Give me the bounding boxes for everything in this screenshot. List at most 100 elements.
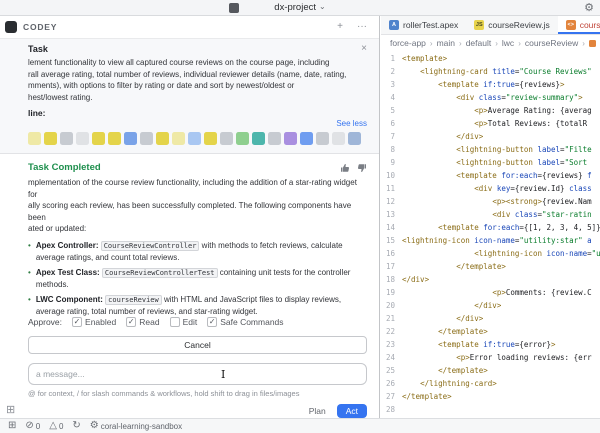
timeline-step[interactable] bbox=[284, 132, 297, 145]
line-number: 2 bbox=[381, 65, 402, 78]
code-line[interactable]: 8 <lightning-button label="Filte bbox=[381, 143, 600, 156]
code-line[interactable]: 21 </div> bbox=[381, 312, 600, 325]
code-line[interactable]: 23 <template if:true={error}> bbox=[381, 338, 600, 351]
timeline-step[interactable] bbox=[108, 132, 121, 145]
code-line[interactable]: 20 </div> bbox=[381, 299, 600, 312]
checkbox-edit[interactable]: ✓Edit bbox=[170, 317, 198, 327]
code-line[interactable]: 22 </template> bbox=[381, 325, 600, 338]
breadcrumb-item[interactable]: main bbox=[437, 38, 455, 48]
timeline-step[interactable] bbox=[172, 132, 185, 145]
timeline-step[interactable] bbox=[204, 132, 217, 145]
chevron-right-icon: › bbox=[459, 39, 462, 48]
line-number: 6 bbox=[381, 117, 402, 130]
code-line[interactable]: 18</div> bbox=[381, 273, 600, 286]
code-line[interactable]: 24 <p>Error loading reviews: {err bbox=[381, 351, 600, 364]
code-text: </div> bbox=[402, 312, 483, 325]
warning-counter[interactable]: △0 bbox=[49, 420, 63, 432]
breadcrumb-item[interactable]: courseReview bbox=[525, 38, 578, 48]
code-line[interactable]: 14 <template for:each={[1, 2, 3, 4, 5]} … bbox=[381, 221, 600, 234]
tab-course-review-js[interactable]: JS courseReview.js bbox=[466, 16, 557, 34]
message-input-box[interactable]: I bbox=[28, 363, 367, 385]
code-line[interactable]: 12 <p><strong>{review.Nam bbox=[381, 195, 600, 208]
editor-tabs: A rollerTest.apex JS courseReview.js <> … bbox=[381, 16, 600, 35]
cancel-button[interactable]: Cancel bbox=[28, 336, 367, 354]
code-line[interactable]: 11 <div key={review.Id} class bbox=[381, 182, 600, 195]
checkbox-read[interactable]: ✓Read bbox=[126, 317, 159, 327]
refresh-icon[interactable]: ↻ bbox=[72, 420, 80, 432]
tab-controller-test[interactable]: A rollerTest.apex bbox=[381, 16, 466, 34]
code-line[interactable]: 26 </lightning-card> bbox=[381, 377, 600, 390]
window-title-group[interactable]: dx-project ⌄ bbox=[0, 0, 600, 15]
code-area[interactable]: 1<template>2 <lightning-card title="Cour… bbox=[381, 52, 600, 418]
code-line[interactable]: 19 <p>Comments: {review.C bbox=[381, 286, 600, 299]
code-line[interactable]: 10 <template for:each={reviews} f bbox=[381, 169, 600, 182]
timeline-step[interactable] bbox=[300, 132, 313, 145]
tab-course-review-html[interactable]: <> courseReview bbox=[558, 16, 600, 34]
code-line[interactable]: 27</template> bbox=[381, 390, 600, 403]
line-number: 17 bbox=[381, 260, 402, 273]
timeline-squares bbox=[28, 132, 367, 145]
code-line[interactable]: 9 <lightning-button label="Sort bbox=[381, 156, 600, 169]
settings-icon[interactable]: ⚙ bbox=[584, 1, 594, 15]
task-description-line: rall average rating, total number of rev… bbox=[28, 69, 367, 81]
checkbox-label: Safe Commands bbox=[220, 317, 283, 327]
timeline-step[interactable] bbox=[60, 132, 73, 145]
code-line[interactable]: 13 <div class="star-ratin bbox=[381, 208, 600, 221]
task-card: Task × lement functionality to view all … bbox=[0, 38, 379, 154]
timeline-step[interactable] bbox=[332, 132, 345, 145]
error-counter[interactable]: ⊘0 bbox=[25, 420, 40, 432]
more-options-icon[interactable]: ··· bbox=[357, 22, 367, 32]
code-line[interactable]: 5 <p>Average Rating: {averag bbox=[381, 104, 600, 117]
timeline-step[interactable] bbox=[316, 132, 329, 145]
line-number: 12 bbox=[381, 195, 402, 208]
timeline-step[interactable] bbox=[140, 132, 153, 145]
timeline-step[interactable] bbox=[124, 132, 137, 145]
apps-grid-icon[interactable]: ⊞ bbox=[6, 405, 15, 416]
act-button[interactable]: Act bbox=[337, 404, 367, 418]
timeline-step[interactable] bbox=[76, 132, 89, 145]
line-number: 26 bbox=[381, 377, 402, 390]
thumbs-down-icon[interactable] bbox=[357, 163, 367, 173]
checkbox-enabled[interactable]: ✓Enabled bbox=[72, 317, 116, 327]
bullet-label: LWC Component: bbox=[36, 295, 103, 304]
breadcrumb-item[interactable]: force-app bbox=[390, 38, 426, 48]
plan-button[interactable]: Plan bbox=[302, 404, 333, 418]
org-indicator[interactable]: ⚙coral-learning-sandbox bbox=[90, 420, 182, 432]
line-number: 20 bbox=[381, 299, 402, 312]
code-text: <div class="review-summary"> bbox=[402, 91, 583, 104]
assistant-panel: CODEY + ··· Task × lement functionality … bbox=[0, 16, 380, 418]
result-paragraph-line: ated or updated: bbox=[28, 223, 367, 235]
tool-windows-grid-icon[interactable]: ⊞ bbox=[8, 420, 16, 432]
timeline-step[interactable] bbox=[348, 132, 361, 145]
checkbox-safe-commands[interactable]: ✓Safe Commands bbox=[207, 317, 283, 327]
timeline-step[interactable] bbox=[252, 132, 265, 145]
timeline-step[interactable] bbox=[156, 132, 169, 145]
template-tag-icon[interactable] bbox=[589, 40, 596, 47]
timeline-step[interactable] bbox=[220, 132, 233, 145]
see-less-link[interactable]: See less bbox=[336, 119, 367, 128]
bullet-label: Apex Controller: bbox=[36, 241, 99, 250]
timeline-step[interactable] bbox=[44, 132, 57, 145]
new-chat-icon[interactable]: + bbox=[337, 22, 343, 32]
code-line[interactable]: 2 <lightning-card title="Course Reviews" bbox=[381, 65, 600, 78]
code-line[interactable]: 28 bbox=[381, 403, 600, 416]
timeline-step[interactable] bbox=[268, 132, 281, 145]
code-line[interactable]: 6 <p>Total Reviews: {totalR bbox=[381, 117, 600, 130]
timeline-step[interactable] bbox=[188, 132, 201, 145]
code-line[interactable]: 3 <template if:true={reviews}> bbox=[381, 78, 600, 91]
timeline-step[interactable] bbox=[236, 132, 249, 145]
thumbs-up-icon[interactable] bbox=[340, 163, 350, 173]
code-line[interactable]: 4 <div class="review-summary"> bbox=[381, 91, 600, 104]
breadcrumb-item[interactable]: lwc bbox=[502, 38, 514, 48]
timeline-step[interactable] bbox=[92, 132, 105, 145]
close-task-icon[interactable]: × bbox=[361, 44, 367, 54]
code-line[interactable]: 16 <lightning-icon icon-name="utility bbox=[381, 247, 600, 260]
code-line[interactable]: 25 </template> bbox=[381, 364, 600, 377]
message-input[interactable] bbox=[29, 364, 366, 384]
code-line[interactable]: 1<template> bbox=[381, 52, 600, 65]
timeline-step[interactable] bbox=[28, 132, 41, 145]
code-line[interactable]: 17 </template> bbox=[381, 260, 600, 273]
code-line[interactable]: 15<lightning-icon icon-name="utility:sta… bbox=[381, 234, 600, 247]
breadcrumb-item[interactable]: default bbox=[466, 38, 492, 48]
code-line[interactable]: 7 </div> bbox=[381, 130, 600, 143]
